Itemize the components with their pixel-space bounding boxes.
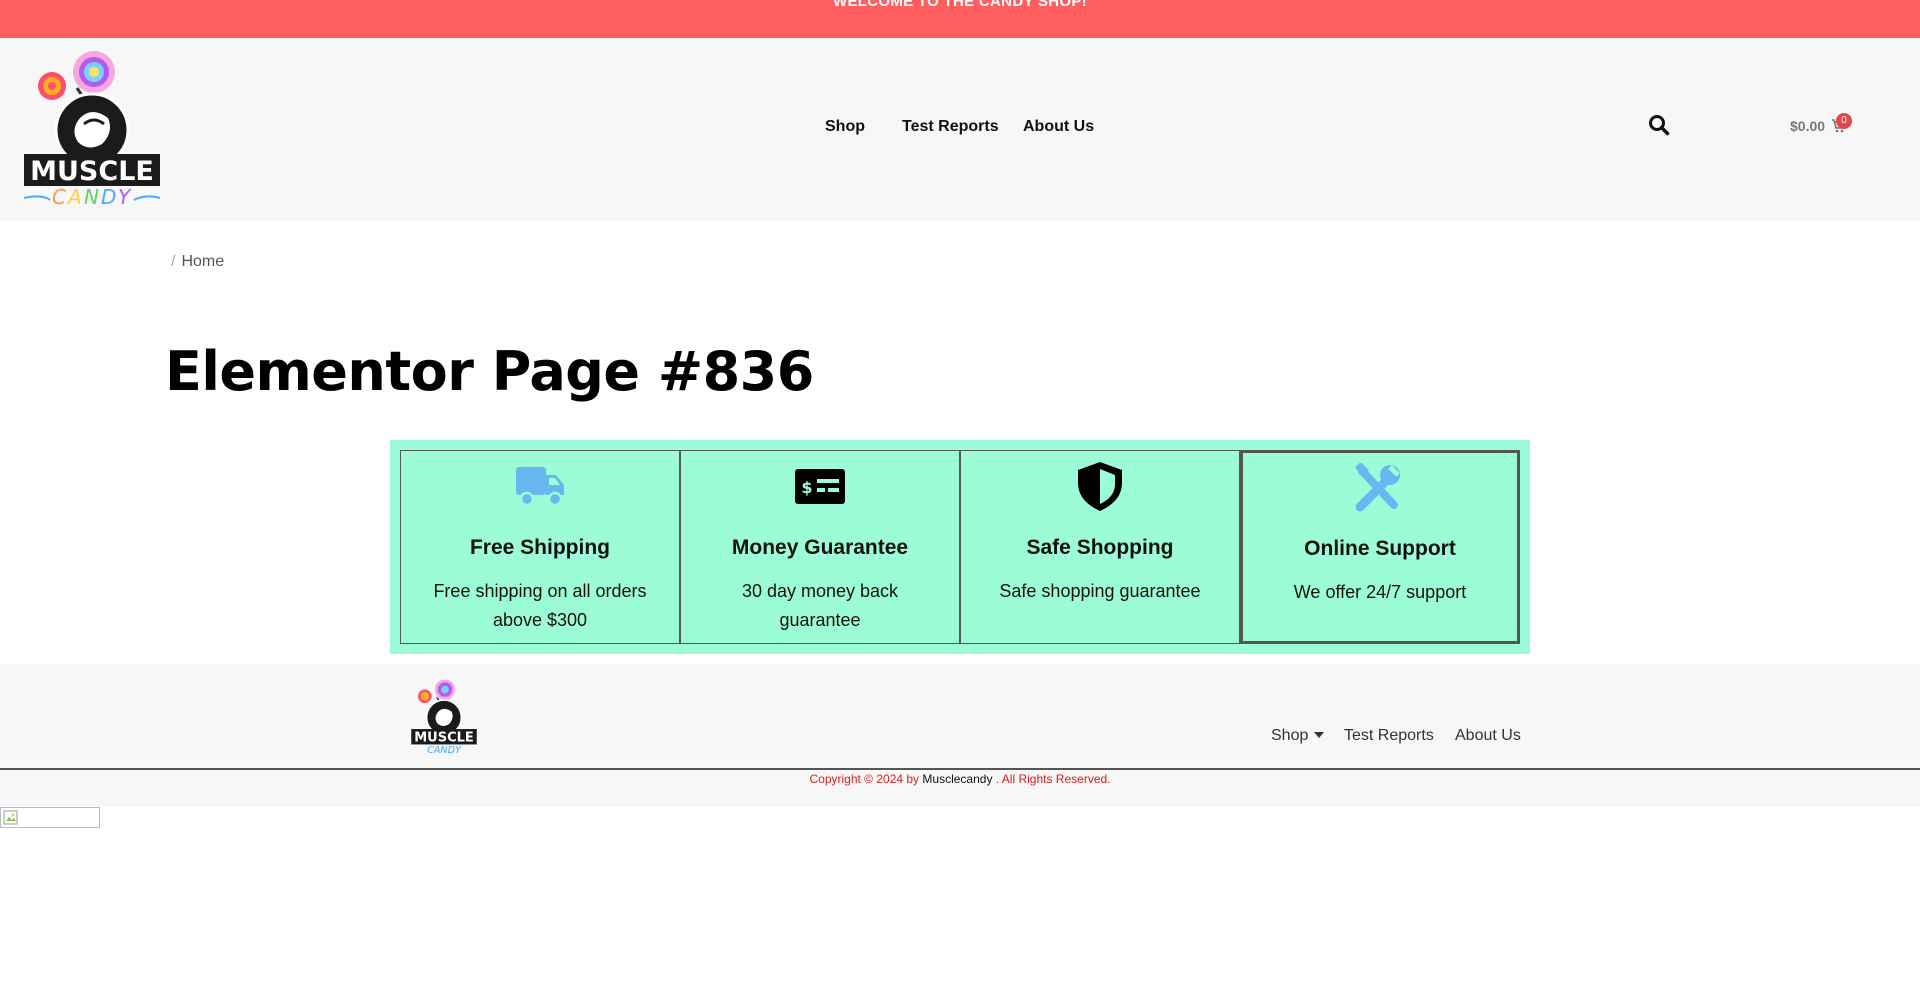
footer-nav-test-reports[interactable]: Test Reports [1344, 727, 1434, 745]
footer-nav-shop-label: Shop [1271, 727, 1309, 744]
nav-shop[interactable]: Shop [825, 118, 865, 136]
breadcrumb-home-link[interactable]: Home [181, 253, 224, 270]
truck-icon [516, 467, 564, 507]
search-icon[interactable] [1648, 114, 1670, 136]
feature-title: Free Shipping [469, 536, 610, 559]
feature-title: Money Guarantee [731, 536, 909, 559]
feature-description: 30 day money back guarantee [741, 581, 899, 630]
footer-nav-about-us[interactable]: About Us [1455, 727, 1521, 745]
copyright-text: Copyright © 2024 by Musclecandy . All Ri… [0, 772, 1920, 786]
broken-image-icon [3, 810, 18, 825]
site-footer: MUSCLE CANDY Shop Test Reports About Us … [0, 664, 1920, 807]
money-bill-icon: $ [795, 469, 845, 504]
nav-about-us[interactable]: About Us [1023, 118, 1094, 136]
feature-money-guarantee: $ Money Guarantee 30 day money back guar… [680, 450, 960, 644]
copyright-prefix: Copyright © 2024 by [809, 772, 920, 786]
announcement-text: WELCOME TO THE CANDY SHOP! [833, 0, 1087, 10]
broken-image-placeholder [0, 807, 100, 828]
svg-text:D: D [101, 185, 116, 209]
svg-text:MUSCLE: MUSCLE [30, 156, 154, 187]
copyright-suffix: . All Rights Reserved. [995, 772, 1111, 786]
cart-total: $0.00 [1790, 118, 1826, 134]
feature-title: Safe Shopping [1026, 536, 1174, 559]
svg-text:A: A [66, 185, 82, 209]
announcement-bar: WELCOME TO THE CANDY SHOP! [0, 0, 1920, 38]
tools-icon [1354, 463, 1400, 512]
shield-icon [1078, 462, 1122, 511]
caret-down-icon [1314, 732, 1325, 738]
svg-text:Y: Y [118, 185, 132, 209]
feature-safe-shopping: Safe Shopping Safe shopping guarantee [960, 450, 1240, 644]
feature-description: We offer 24/7 support [1293, 582, 1467, 602]
page-title: Elementor Page #836 [165, 340, 814, 403]
feature-title: Online Support [1304, 537, 1456, 560]
footer-nav: Shop Test Reports About Us [0, 727, 1920, 747]
feature-online-support: Online Support We offer 24/7 support [1240, 450, 1520, 644]
cart-count-badge: 0 [1836, 113, 1852, 129]
footer-nav-shop[interactable]: Shop [1271, 727, 1325, 745]
site-header: MUSCLE C A N D Y Shop Test Reports About… [0, 38, 1920, 221]
feature-description: Free shipping on all orders above $300 [433, 581, 647, 630]
feature-description: Safe shopping guarantee [999, 581, 1201, 601]
svg-text:$: $ [801, 478, 812, 497]
feature-free-shipping: Free Shipping Free shipping on all order… [400, 450, 680, 644]
features-section: Free Shipping Free shipping on all order… [390, 440, 1530, 654]
breadcrumb-separator: / [171, 253, 176, 270]
svg-text:N: N [84, 185, 99, 209]
copyright-brand-link[interactable]: Musclecandy [922, 772, 992, 786]
breadcrumb: / Home [171, 253, 224, 271]
svg-text:C: C [52, 185, 66, 209]
main-nav: Shop Test Reports About Us [0, 118, 1920, 138]
footer-divider [0, 768, 1920, 770]
nav-test-reports[interactable]: Test Reports [902, 118, 999, 136]
